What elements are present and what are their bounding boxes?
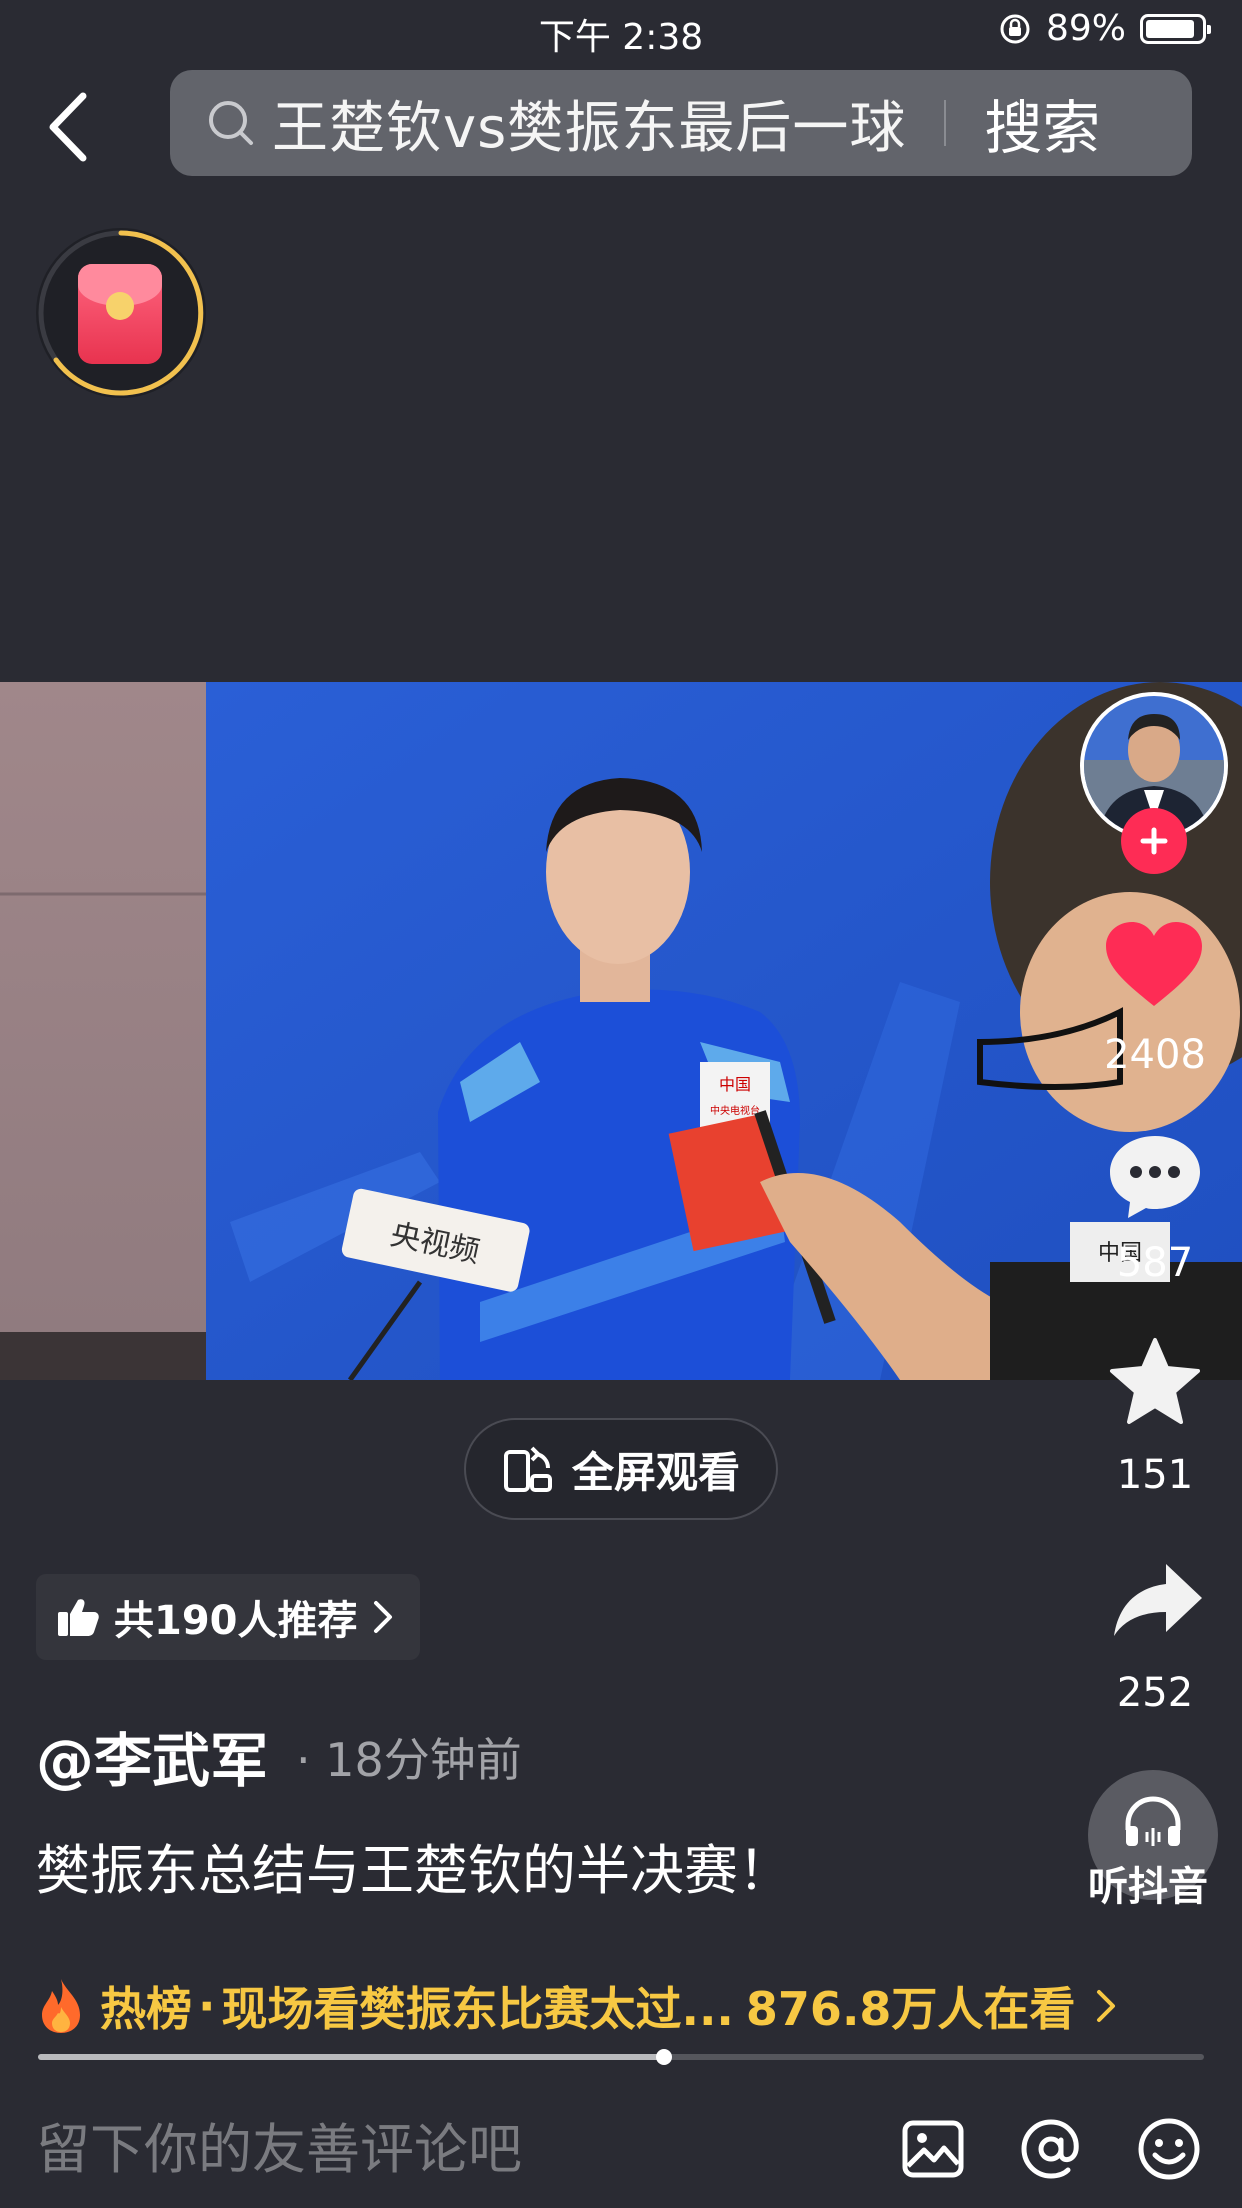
comment-icon bbox=[1110, 1136, 1200, 1218]
fullscreen-label: 全屏观看 bbox=[571, 1447, 740, 1497]
rotate-screen-icon bbox=[503, 1446, 552, 1492]
back-button[interactable] bbox=[28, 82, 108, 172]
post-time: · 18分钟前 bbox=[296, 1724, 522, 1790]
video-progress-bar[interactable] bbox=[38, 2049, 1204, 2065]
status-indicators: 89% bbox=[998, 8, 1211, 49]
hot-list-bar[interactable]: 热榜 · 现场看樊振东比赛太过... 876.8万人在看 bbox=[36, 1966, 1216, 2046]
emoji-button[interactable] bbox=[1134, 2114, 1204, 2184]
share-arrow-icon bbox=[1114, 1564, 1202, 1636]
progress-fill bbox=[38, 2054, 665, 2060]
mic-flag-text: 中国 bbox=[719, 1075, 751, 1094]
favorite-count: 151 bbox=[1116, 1452, 1194, 1498]
hot-prefix: 热榜 bbox=[100, 1982, 192, 2036]
favorite-button[interactable] bbox=[1108, 1336, 1202, 1426]
fullscreen-button[interactable]: 全屏观看 bbox=[464, 1418, 778, 1520]
search-button[interactable]: 搜索 bbox=[984, 81, 1100, 165]
battery-percent: 89% bbox=[1045, 8, 1126, 49]
follow-button[interactable] bbox=[1121, 808, 1187, 874]
image-button[interactable] bbox=[898, 2114, 968, 2184]
mic-flag-subtext: 中央电视台 bbox=[710, 1104, 760, 1117]
thumbs-up-icon bbox=[58, 1599, 99, 1636]
comment-button[interactable] bbox=[1106, 1132, 1204, 1222]
like-count: 2408 bbox=[1104, 1032, 1206, 1078]
heart-icon bbox=[1106, 922, 1202, 1006]
listen-douyin-button[interactable]: 听抖音 bbox=[1088, 1770, 1242, 1920]
progress-knob[interactable] bbox=[656, 2049, 673, 2065]
comment-count: 587 bbox=[1116, 1240, 1194, 1286]
author-name[interactable]: @李武军 bbox=[36, 1714, 268, 1798]
chevron-left-icon bbox=[49, 92, 87, 162]
fire-icon bbox=[42, 1979, 80, 2033]
hot-title: 现场看樊振东比赛太过... bbox=[221, 1982, 734, 2036]
hot-dot: · bbox=[198, 1979, 216, 2033]
smile-icon bbox=[1138, 2118, 1200, 2180]
hot-viewers: 876.8万人在看 bbox=[745, 1982, 1076, 2036]
video-player[interactable]: 央视频 中国 中央电视台 中国 bbox=[0, 682, 1242, 1380]
plus-icon bbox=[1140, 827, 1168, 855]
separator-dot: · bbox=[296, 1733, 311, 1787]
share-count: 252 bbox=[1116, 1670, 1194, 1716]
star-icon bbox=[1110, 1338, 1200, 1424]
listen-label: 听抖音 bbox=[1088, 1864, 1208, 1910]
orientation-lock-icon bbox=[1000, 14, 1030, 43]
chevron-right-icon bbox=[373, 1601, 392, 1633]
share-button[interactable] bbox=[1110, 1560, 1204, 1640]
post-caption[interactable]: 樊振东总结与王楚钦的半决赛！ bbox=[36, 1826, 792, 1905]
recommend-label: 共190人推荐 bbox=[114, 1598, 358, 1644]
red-packet-widget[interactable] bbox=[36, 228, 206, 398]
search-bar[interactable]: 王楚钦vs樊振东最后一球 搜索 bbox=[170, 70, 1192, 176]
recommend-chip[interactable]: 共190人推荐 bbox=[36, 1574, 420, 1660]
like-button[interactable] bbox=[1104, 920, 1204, 1010]
search-query[interactable]: 王楚钦vs樊振东最后一球 bbox=[272, 83, 906, 164]
comment-input[interactable] bbox=[36, 2118, 836, 2181]
mention-button[interactable] bbox=[1016, 2114, 1086, 2184]
image-icon bbox=[902, 2120, 964, 2178]
time-ago: 18分钟前 bbox=[325, 1733, 522, 1787]
red-envelope-icon bbox=[78, 264, 162, 364]
search-divider bbox=[944, 100, 947, 146]
headphones-icon bbox=[1125, 1796, 1181, 1846]
battery-icon bbox=[1140, 13, 1211, 44]
chevron-right-icon bbox=[1097, 1990, 1116, 2022]
search-icon bbox=[209, 101, 253, 145]
video-frame: 央视频 中国 中央电视台 中国 bbox=[0, 682, 1242, 1380]
at-sign-icon bbox=[1021, 2119, 1079, 2179]
